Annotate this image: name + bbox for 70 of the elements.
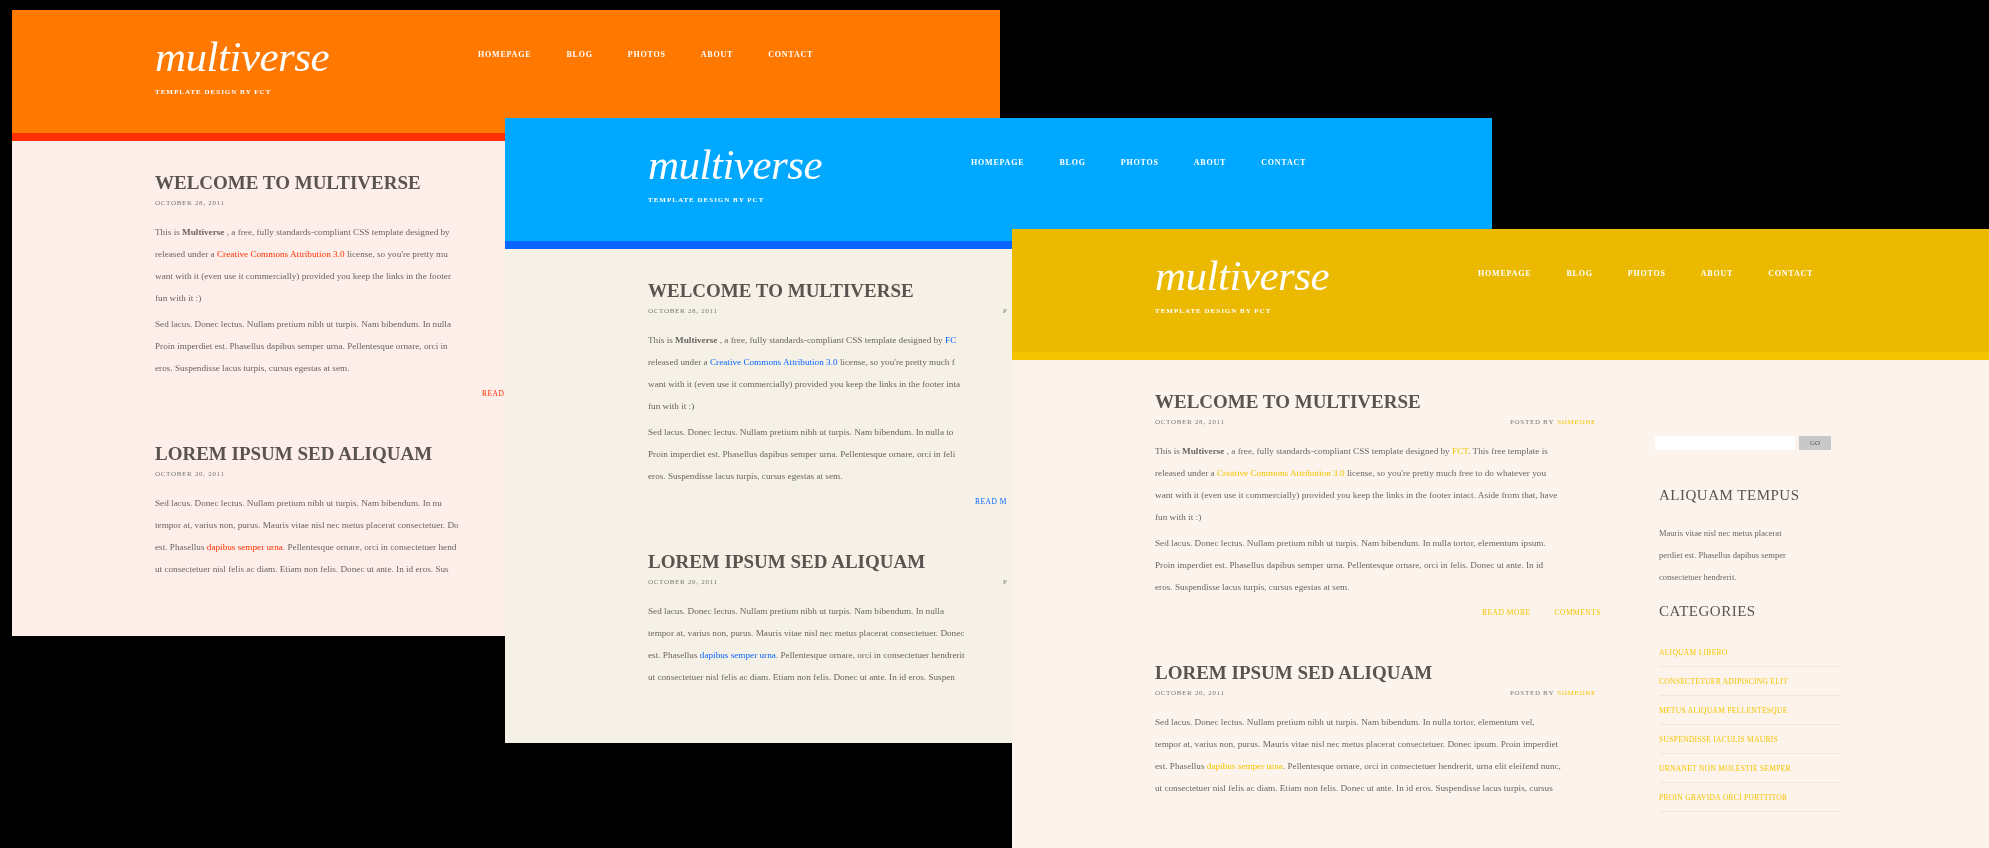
- paragraph-line: ut consectetuer nisl felis ac diam. Etiam non felis. Donec ut ante. In id eros. Suspendisse lacus turpis, cursus: [1155, 782, 1553, 795]
- paragraph-line: Sed lacus. Donec lectus. Nullam pretium nibh ut turpis. Nam bibendum. In nulla to: [648, 426, 954, 439]
- nav-link[interactable]: CONTACT: [768, 50, 814, 59]
- nav-link[interactable]: BLOG: [566, 50, 593, 59]
- post-title[interactable]: WELCOME TO MULTIVERSE: [1155, 390, 1421, 414]
- paragraph-line: This is Multiverse , a free, fully standards-compliant CSS template designed by FCT. This free template is: [1155, 445, 1548, 458]
- paragraph-line: tempor at, varius non, purus. Mauris vitae nisl nec metus placerat consectetuer. Do: [155, 519, 459, 532]
- nav-link[interactable]: HOMEPAGE: [1478, 269, 1532, 278]
- text-link[interactable]: FCT: [1452, 446, 1469, 456]
- paragraph-line: released under a Creative Commons Attribution 3.0 license, so you're pretty mu: [155, 248, 448, 261]
- site-logo[interactable]: multiverse: [155, 32, 330, 82]
- paragraph-line: Proin imperdiet est. Phasellus dapibus semper urna. Pellentesque ornare, orci in feli: [648, 448, 956, 461]
- paragraph-line: Sed lacus. Donec lectus. Nullam pretium nibh ut turpis. Nam bibendum. In nulla tortor, elementum ipsum.: [1155, 537, 1546, 550]
- sidebar-heading: ALIQUAM TEMPUS: [1659, 487, 1800, 504]
- nav-link[interactable]: ABOUT: [1193, 158, 1227, 167]
- post-title[interactable]: WELCOME TO MULTIVERSE: [648, 279, 914, 303]
- text-link[interactable]: FC: [945, 335, 957, 345]
- paragraph-line: fun with it :): [1155, 511, 1202, 524]
- paragraph-line: want with it (even use it commercially) provided you keep the links in the footer: [155, 270, 451, 283]
- paragraph-line: Sed lacus. Donec lectus. Nullam pretium nibh ut turpis. Nam bibendum. In nulla: [648, 605, 944, 618]
- paragraph-line: Sed lacus. Donec lectus. Nullam pretium nibh ut turpis. Nam bibendum. In nu: [155, 497, 442, 510]
- paragraph-line: This is Multiverse , a free, fully standards-compliant CSS template designed by: [155, 226, 450, 239]
- paragraph-line: est. Phasellus dapibus semper urna. Pellentesque ornare, orci in consectetuer hendrerit, urna elit eleifend nunc,: [1155, 760, 1561, 773]
- post-title[interactable]: LOREM IPSUM SED ALIQUAM: [155, 442, 433, 466]
- nav-link[interactable]: PHOTOS: [627, 50, 666, 59]
- paragraph-line: ut consectetuer nisl felis ac diam. Etiam non felis. Donec ut ante. In id eros. Sus: [155, 563, 449, 576]
- paragraph-line: Sed lacus. Donec lectus. Nullam pretium nibh ut turpis. Nam bibendum. In nulla: [155, 318, 451, 331]
- sidebar-text-line: Mauris vitae nisl nec metus placerat: [1659, 527, 1782, 540]
- text-link[interactable]: dapibus semper urna: [206, 542, 283, 552]
- sidebar-heading: CATEGORIES: [1659, 603, 1756, 620]
- paragraph-line: Proin imperdiet est. Phasellus dapibus semper urna. Pellentesque ornare, orci in: [155, 340, 448, 353]
- paragraph-line: This is Multiverse , a free, fully standards-compliant CSS template designed by FC: [648, 334, 957, 347]
- paragraph-line: fun with it :): [155, 292, 202, 305]
- site-logo[interactable]: multiverse: [1155, 251, 1330, 301]
- nav-link[interactable]: BLOG: [1059, 158, 1086, 167]
- paragraph-line: ut consectetuer nisl felis ac diam. Etiam non felis. Donec ut ante. In id eros. Suspen: [648, 671, 955, 684]
- paragraph-line: eros. Suspendisse lacus turpis, cursus egestas at sem.: [1155, 581, 1350, 594]
- paragraph-line: tempor at, varius non, purus. Mauris vitae nisl nec metus placerat consectetuer. Donec ipsum. Proin imperdiet: [1155, 738, 1559, 751]
- paragraph-line: est. Phasellus dapibus semper urna. Pellentesque ornare, orci in consectetuer hendrerit: [648, 649, 965, 662]
- paragraph-line: eros. Suspendisse lacus turpis, cursus egestas at sem.: [648, 470, 843, 483]
- sidebar-text-line: perdiet est. Phasellus dapibus semper: [1659, 549, 1786, 562]
- nav-link[interactable]: HOMEPAGE: [971, 158, 1025, 167]
- post-title[interactable]: WELCOME TO MULTIVERSE: [155, 171, 421, 195]
- paragraph-line: Proin imperdiet est. Phasellus dapibus semper urna. Pellentesque ornare, orci in felis. Donec ut ante. In id: [1155, 559, 1544, 572]
- post-title[interactable]: LOREM IPSUM SED ALIQUAM: [1155, 661, 1433, 685]
- paragraph-line: released under a Creative Commons Attribution 3.0 license, so you're pretty much f: [648, 356, 955, 369]
- site-logo[interactable]: multiverse: [648, 140, 823, 190]
- nav-link[interactable]: CONTACT: [1261, 158, 1307, 167]
- post-title[interactable]: LOREM IPSUM SED ALIQUAM: [648, 550, 926, 574]
- paragraph-line: eros. Suspendisse lacus turpis, cursus egestas at sem.: [155, 362, 350, 375]
- text-link[interactable]: Creative Commons Attribution 3.0: [1217, 468, 1345, 478]
- nav-link[interactable]: ABOUT: [700, 50, 734, 59]
- paragraph-line: want with it (even use it commercially) provided you keep the links in the footer inta: [648, 378, 961, 391]
- paragraph-line: est. Phasellus dapibus semper urna. Pellentesque ornare, orci in consectetuer hend: [155, 541, 457, 554]
- paragraph-line: released under a Creative Commons Attribution 3.0 license, so you're pretty much free to do whatever you: [1155, 467, 1546, 480]
- nav-link[interactable]: PHOTOS: [1120, 158, 1159, 167]
- paragraph-line: want with it (even use it commercially) provided you keep the links in the footer intact. Aside from that, have: [1155, 489, 1558, 502]
- nav-link[interactable]: ABOUT: [1700, 269, 1734, 278]
- paragraph-line: tempor at, varius non, purus. Mauris vitae nisl nec metus placerat consectetuer. Donec: [648, 627, 965, 640]
- nav-link[interactable]: CONTACT: [1768, 269, 1814, 278]
- text-link[interactable]: Creative Commons Attribution 3.0: [217, 249, 345, 259]
- sidebar-text-line: consectetuer hendrerit.: [1659, 571, 1737, 584]
- paragraph-line: fun with it :): [648, 400, 695, 413]
- text-link[interactable]: dapibus semper urna: [699, 650, 776, 660]
- text-link[interactable]: Creative Commons Attribution 3.0: [710, 357, 838, 367]
- text-link[interactable]: dapibus semper urna: [1206, 761, 1283, 771]
- nav-link[interactable]: HOMEPAGE: [478, 50, 532, 59]
- nav-link[interactable]: PHOTOS: [1627, 269, 1666, 278]
- nav-link[interactable]: BLOG: [1566, 269, 1593, 278]
- paragraph-line: Sed lacus. Donec lectus. Nullam pretium nibh ut turpis. Nam bibendum. In nulla tortor, elementum vel,: [1155, 716, 1535, 729]
